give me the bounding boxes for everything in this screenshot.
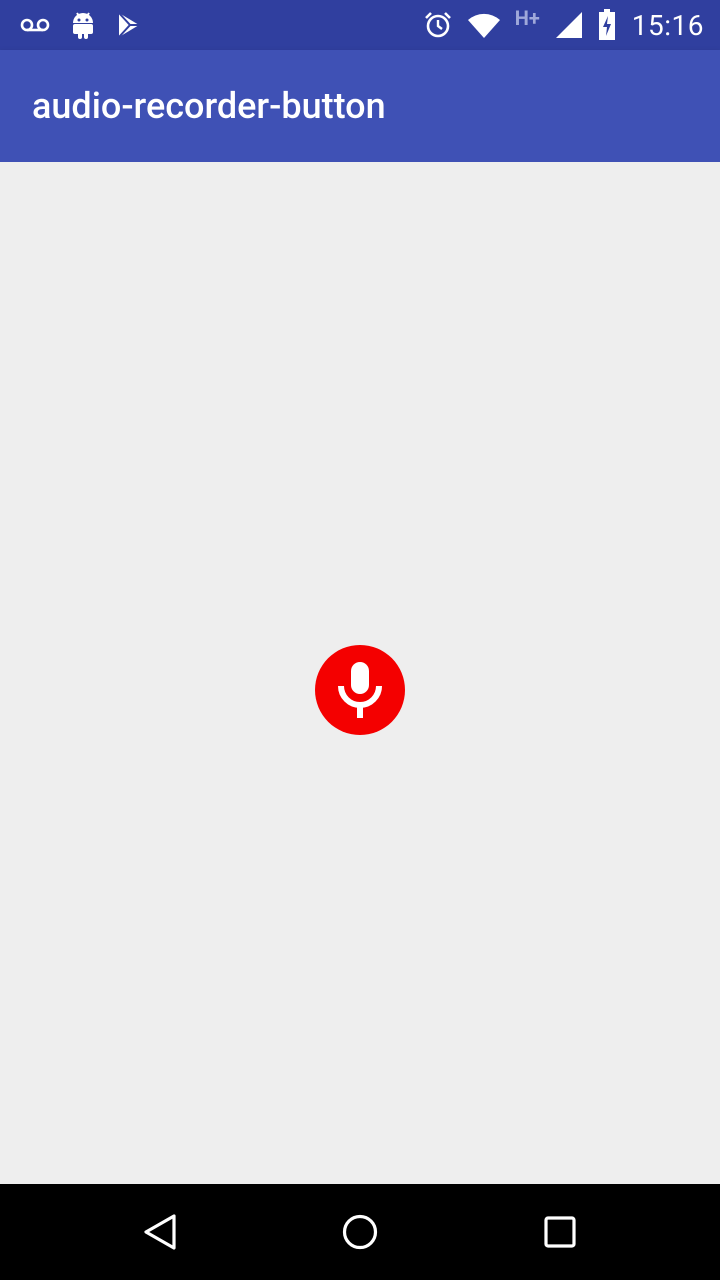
app-bar: audio-recorder-button [0,50,720,162]
notification-icons [20,0,142,50]
microphone-icon [332,660,388,720]
wifi-icon [467,11,501,39]
back-icon [142,1213,178,1251]
home-icon [341,1213,379,1251]
home-button[interactable] [300,1184,420,1280]
navigation-bar [0,1184,720,1280]
record-button[interactable] [315,645,405,735]
recents-button[interactable] [500,1184,620,1280]
android-icon [70,10,96,40]
battery-charging-icon [598,9,616,41]
app-title: audio-recorder-button [32,85,386,127]
main-content [0,162,720,1184]
status-bar: H+ 15:16 [0,0,720,50]
alarm-icon [423,10,453,40]
network-hplus-icon: H+ [514,6,540,30]
back-button[interactable] [100,1184,220,1280]
recents-icon [543,1215,577,1249]
cell-signal-icon [554,10,584,40]
voicemail-icon [20,17,50,33]
system-status-icons: H+ 15:16 [423,0,704,50]
status-clock: 15:16 [631,8,704,42]
play-store-icon [116,11,142,39]
